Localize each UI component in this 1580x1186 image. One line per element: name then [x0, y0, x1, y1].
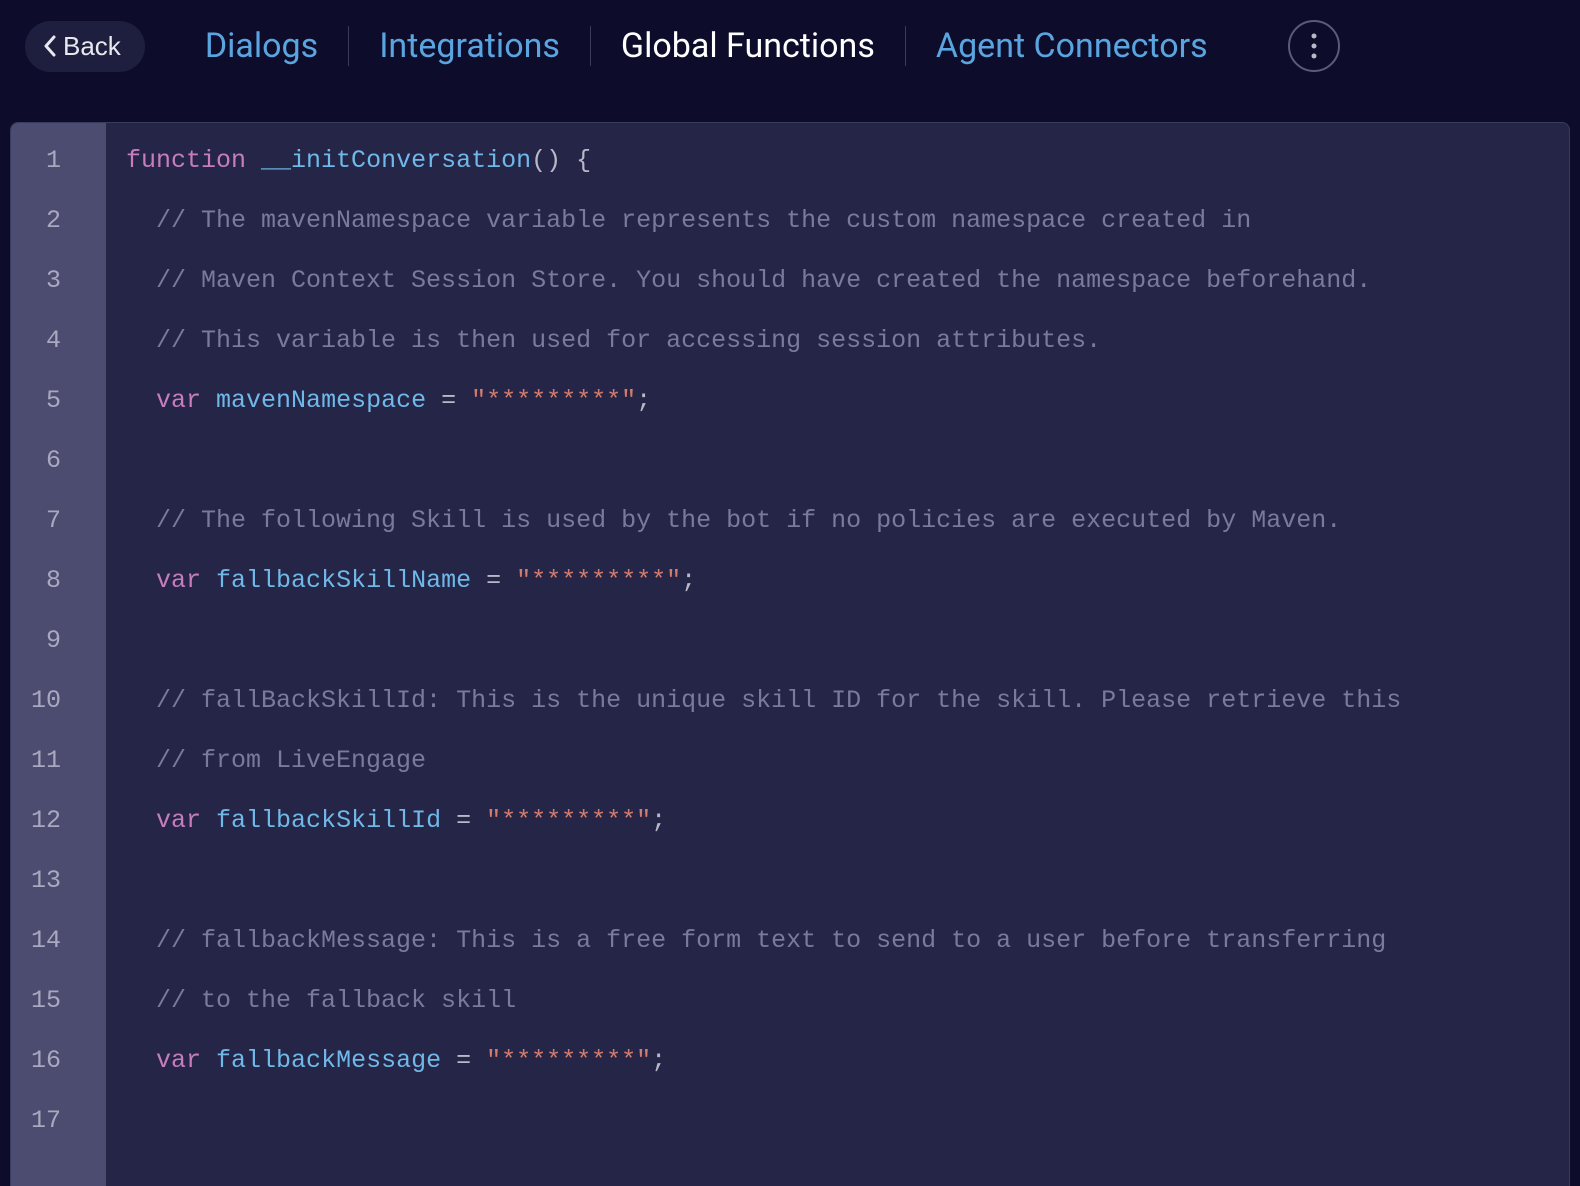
tab-global-functions[interactable]: Global Functions	[591, 18, 905, 74]
code-line	[126, 611, 1549, 671]
line-number: 10	[19, 671, 71, 731]
back-label: Back	[63, 31, 121, 62]
line-number: 3	[19, 251, 71, 311]
line-number: 11	[19, 731, 71, 791]
tabs: Dialogs Integrations Global Functions Ag…	[175, 18, 1238, 74]
line-number: 15	[19, 971, 71, 1031]
code-line: function __initConversation() {	[126, 131, 1549, 191]
code-line: var fallbackSkillName = "*********";	[126, 551, 1549, 611]
code-line: var fallbackMessage = "*********";	[126, 1031, 1549, 1091]
tab-agent-connectors[interactable]: Agent Connectors	[906, 18, 1238, 74]
tab-integrations[interactable]: Integrations	[349, 18, 590, 74]
code-line: var fallbackSkillId = "*********";	[126, 791, 1549, 851]
code-line: var mavenNamespace = "*********";	[126, 371, 1549, 431]
code-line: // The mavenNamespace variable represent…	[126, 191, 1549, 251]
code-line	[126, 431, 1549, 491]
line-number: 1	[19, 131, 71, 191]
line-number: 16	[19, 1031, 71, 1091]
code-editor[interactable]: 1234567891011121314151617 function __ini…	[10, 122, 1570, 1186]
line-number: 6	[19, 431, 71, 491]
line-number: 14	[19, 911, 71, 971]
line-number: 9	[19, 611, 71, 671]
line-number: 5	[19, 371, 71, 431]
code-content[interactable]: function __initConversation() { // The m…	[106, 123, 1569, 1151]
line-number: 2	[19, 191, 71, 251]
gutter: 1234567891011121314151617	[11, 123, 106, 1186]
header: Back Dialogs Integrations Global Functio…	[0, 0, 1580, 92]
line-number: 7	[19, 491, 71, 551]
code-line: // to the fallback skill	[126, 971, 1549, 1031]
code-line	[126, 1091, 1549, 1151]
line-number: 8	[19, 551, 71, 611]
line-number: 17	[19, 1091, 71, 1151]
code-line	[126, 851, 1549, 911]
line-number: 13	[19, 851, 71, 911]
back-button[interactable]: Back	[25, 21, 145, 72]
tab-dialogs[interactable]: Dialogs	[175, 18, 348, 74]
code-line: // fallbackMessage: This is a free form …	[126, 911, 1549, 971]
code-line: // fallBackSkillId: This is the unique s…	[126, 671, 1549, 731]
chevron-left-icon	[43, 35, 57, 57]
line-number: 4	[19, 311, 71, 371]
code-line: // This variable is then used for access…	[126, 311, 1549, 371]
code-line: // The following Skill is used by the bo…	[126, 491, 1549, 551]
more-menu-button[interactable]	[1288, 20, 1340, 72]
code-line: // Maven Context Session Store. You shou…	[126, 251, 1549, 311]
line-number: 12	[19, 791, 71, 851]
more-vertical-icon	[1311, 33, 1317, 59]
code-line: // from LiveEngage	[126, 731, 1549, 791]
